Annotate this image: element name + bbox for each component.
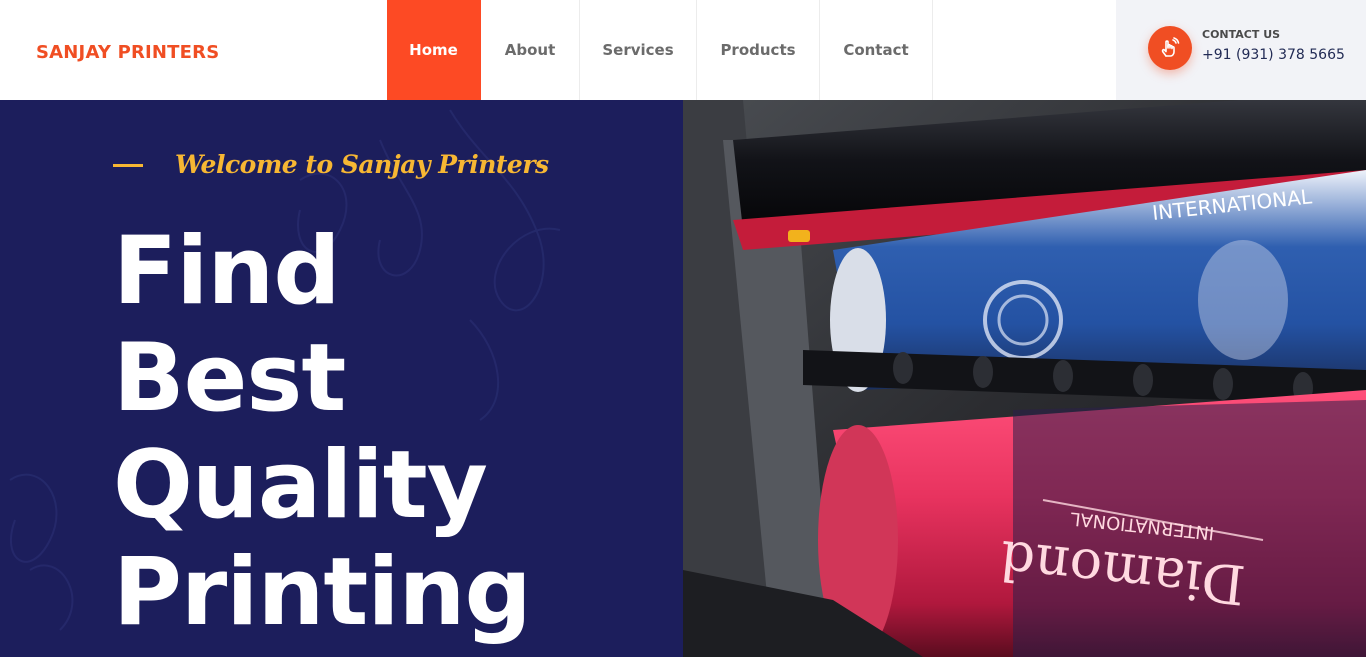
brand-logo-text[interactable]: SANJAY PRINTERS (36, 42, 219, 63)
hero-heading-line: Best (113, 324, 346, 433)
site-header: SANJAY PRINTERS Home About Services Prod… (0, 0, 1366, 100)
contact-label: CONTACT US (1202, 28, 1281, 41)
header-contact-box: CONTACT US +91 (931) 378 5665 (1116, 0, 1366, 100)
hero-heading-line: Find (113, 217, 341, 326)
hero-heading-line: Printing (113, 538, 532, 647)
indicator-light (788, 230, 810, 242)
contact-phone[interactable]: +91 (931) 378 5665 (1202, 47, 1345, 63)
hero-heading-line: Quality (113, 431, 488, 540)
nav-item-services[interactable]: Services (580, 0, 697, 100)
hero-text-panel: Welcome to Sanjay Printers Find Best Qua… (0, 100, 683, 657)
main-nav: Home About Services Products Contact (387, 0, 933, 100)
printing-press-illustration: INTERNATIONAL Diamond INTERNATIONAL (683, 100, 1366, 657)
hero-image-printing-press: INTERNATIONAL Diamond INTERNATIONAL (683, 100, 1366, 657)
nav-item-about[interactable]: About (481, 0, 580, 100)
welcome-tagline: Welcome to Sanjay Printers (175, 150, 549, 179)
nav-item-contact[interactable]: Contact (820, 0, 933, 100)
hero-heading: Find Best Quality Printing (113, 217, 532, 647)
nav-item-home[interactable]: Home (387, 0, 481, 100)
nav-item-products[interactable]: Products (697, 0, 820, 100)
welcome-accent-line (113, 164, 143, 167)
hand-phone-icon[interactable] (1148, 26, 1192, 70)
